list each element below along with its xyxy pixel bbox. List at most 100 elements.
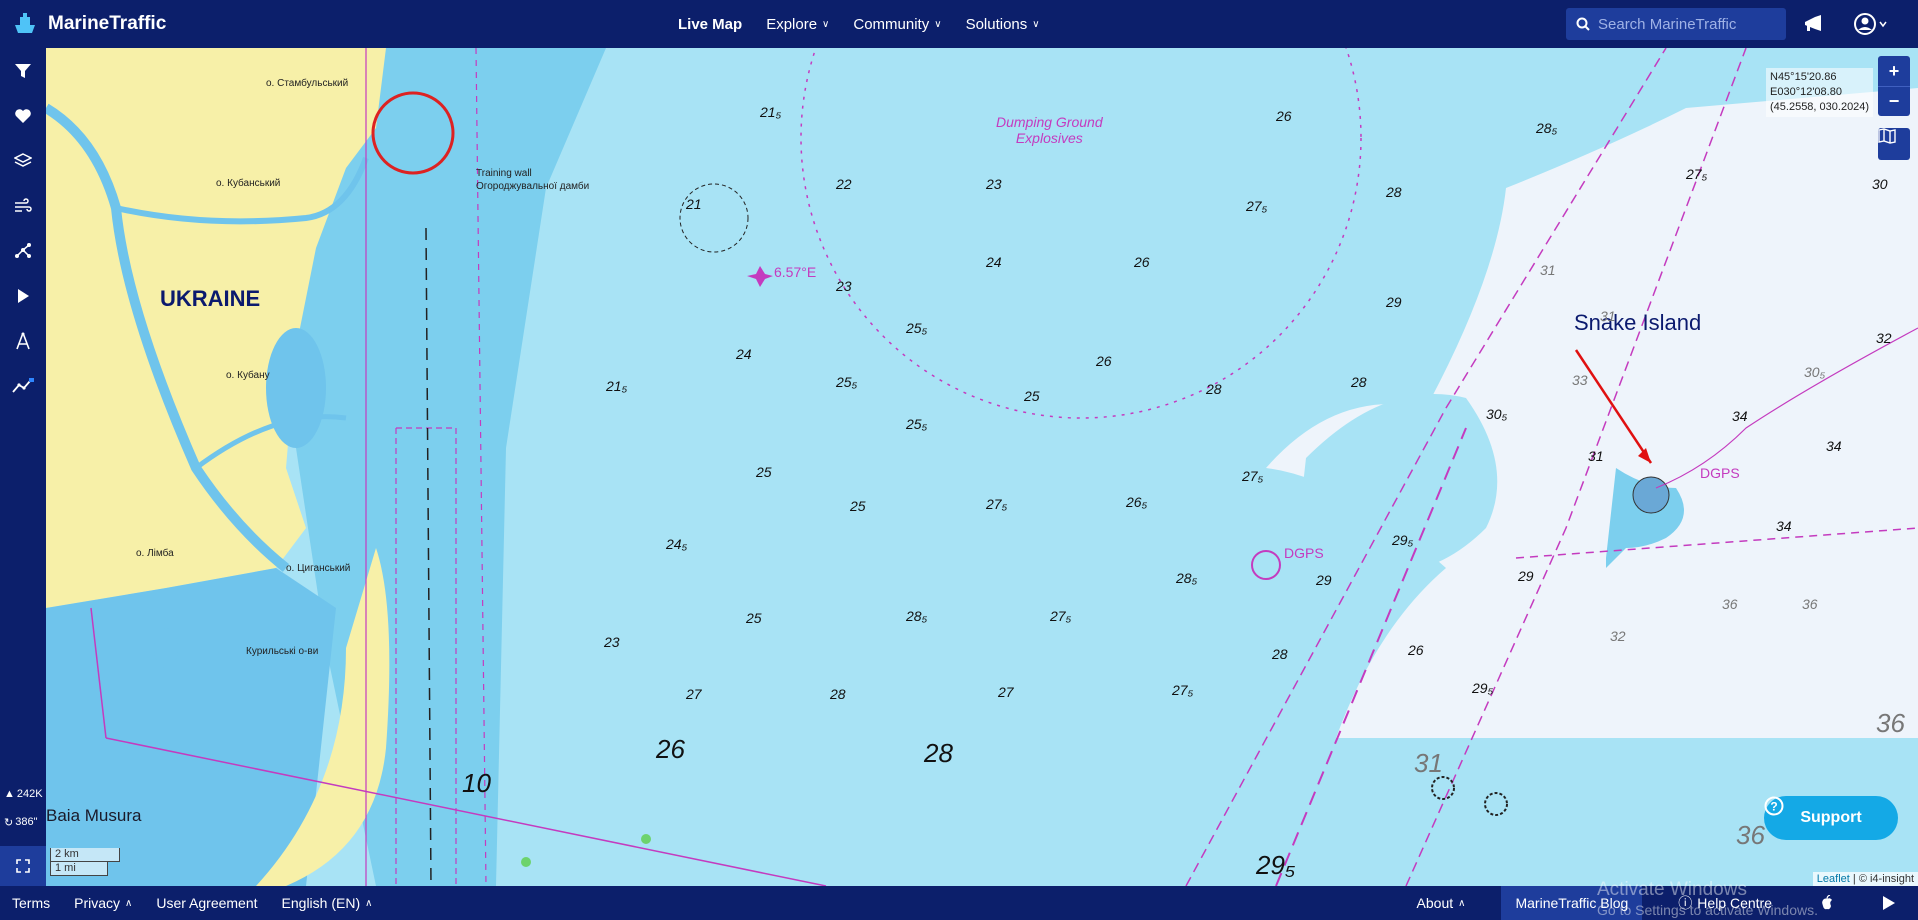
brand-name: MarineTraffic	[48, 13, 167, 34]
footer-blog-link[interactable]: MarineTraffic Blog	[1501, 886, 1643, 920]
depth-sounding: 31	[1588, 448, 1604, 464]
snake-island	[1632, 476, 1670, 514]
depth-sounding: 30₅	[1486, 406, 1508, 422]
brand-logo[interactable]: MarineTraffic	[10, 9, 166, 39]
nav-community-label: Community	[853, 15, 930, 33]
expand-icon	[16, 859, 30, 873]
place-label: Training wall	[476, 168, 532, 179]
play-icon	[18, 288, 29, 303]
depth-sounding: 26₅	[1126, 494, 1148, 510]
place-label: о. Лімба	[136, 548, 174, 559]
fullscreen-button[interactable]	[0, 846, 46, 886]
analytics-button[interactable]	[0, 363, 46, 408]
depth-sounding: 36	[1736, 820, 1765, 850]
i4-insight-credit[interactable]: © i4-insight	[1859, 873, 1914, 885]
lake	[266, 328, 326, 448]
depth-sounding: 29₅	[1392, 532, 1414, 548]
search-input[interactable]	[1598, 15, 1778, 33]
map-type-button[interactable]	[1878, 128, 1910, 160]
footer-blog-label: MarineTraffic Blog	[1515, 895, 1629, 911]
place-label: Курильські о-ви	[246, 646, 319, 657]
depth-sounding: 23	[986, 176, 1002, 192]
footer-privacy-link[interactable]: Privacy ∧	[74, 895, 132, 911]
search-box[interactable]	[1566, 8, 1786, 40]
dumping-ground-boundary	[800, 48, 1362, 419]
main-nav: Live Map Explore ∨ Community ∨ Solutions ∨	[678, 0, 1040, 48]
depth-sounding: 29	[1316, 572, 1332, 588]
depth-sounding: 25₅	[906, 320, 928, 336]
cursor-coordinates: N45°15'20.86 E030°12'08.80 (45.2558, 030…	[1766, 68, 1874, 117]
filter-button[interactable]	[0, 48, 46, 93]
routes-button[interactable]	[0, 228, 46, 273]
depth-sounding: 27₅	[1246, 198, 1268, 214]
depth-sounding: 25	[850, 498, 866, 514]
user-account-icon[interactable]	[1850, 10, 1890, 38]
footer-terms-link[interactable]: Terms	[12, 895, 50, 911]
depth-sounding: 28	[1206, 381, 1222, 397]
favorites-button[interactable]	[0, 93, 46, 138]
search-icon	[1576, 17, 1590, 31]
leaflet-link[interactable]: Leaflet	[1817, 873, 1850, 885]
depth-sounding: 32	[1610, 628, 1626, 644]
zoom-in-button[interactable]: +	[1878, 56, 1910, 86]
depth-sounding: 32	[1876, 330, 1892, 346]
zoom-out-button[interactable]: −	[1878, 86, 1910, 116]
depth-sounding: 25₅	[906, 416, 928, 432]
country-label: UKRAINE	[160, 286, 261, 311]
depth-sounding: 25	[746, 610, 762, 626]
footer-user-agreement-link[interactable]: User Agreement	[156, 895, 257, 911]
nav-live-map[interactable]: Live Map	[678, 16, 742, 33]
depth-sounding: 27₅	[1172, 682, 1194, 698]
depth-sounding: 31	[1600, 308, 1616, 324]
support-button[interactable]: ? Support	[1764, 796, 1898, 840]
map-icon	[1878, 128, 1896, 144]
refresh-interval: ↻ 386"	[4, 808, 46, 836]
bay-label: Baia Musura	[46, 806, 142, 825]
chevron-up-icon: ∧	[1458, 897, 1466, 909]
nav-community[interactable]: Community ∨	[853, 16, 941, 33]
ship-logo-icon	[10, 9, 40, 39]
megaphone-icon[interactable]	[1800, 10, 1828, 38]
layers-icon	[14, 152, 32, 167]
place-label: о. Стамбульський	[266, 78, 349, 89]
footer-bar: Terms Privacy ∧ User Agreement English (E…	[0, 886, 1918, 920]
depth-sounding: 21₅	[760, 104, 782, 120]
depth-sounding: 27₅	[986, 496, 1008, 512]
google-play-icon	[1883, 896, 1895, 910]
depth-sounding: 30	[1872, 176, 1888, 192]
shoal-area	[1266, 88, 1918, 738]
measure-icon	[16, 332, 30, 349]
green-buoy-icon	[641, 834, 651, 844]
google-play-link[interactable]	[1882, 895, 1896, 911]
support-label: Support	[1800, 809, 1862, 826]
footer-right-links: About ∧ MarineTraffic Blog ⓘ Help Centre	[1405, 886, 1918, 920]
apple-app-link[interactable]	[1820, 895, 1834, 911]
nautical-chart-map[interactable]: UKRAINE Baia Musura Snake Island Dumping…	[46, 48, 1918, 886]
measure-button[interactable]	[0, 318, 46, 363]
chevron-up-icon: ∧	[365, 897, 373, 909]
favorites-heart-icon	[15, 108, 31, 123]
filter-icon	[15, 63, 31, 78]
footer-about-label: About	[1416, 895, 1454, 911]
layers-button[interactable]	[0, 138, 46, 183]
depth-sounding: 21	[686, 196, 702, 212]
playback-button[interactable]	[0, 273, 46, 318]
weather-button[interactable]	[0, 183, 46, 228]
footer-language-selector[interactable]: English (EN) ∧	[282, 895, 373, 911]
depth-sounding: 26	[1276, 108, 1292, 124]
dumping-ground-label: Dumping Ground Explosives	[996, 114, 1103, 146]
depth-sounding: 23	[604, 634, 620, 650]
apple-icon	[1822, 895, 1832, 910]
question-circle-icon: ?	[1764, 796, 1784, 816]
footer-about-link[interactable]: About ∧	[1417, 895, 1466, 911]
nav-explore[interactable]: Explore ∨	[766, 16, 829, 33]
depth-sounding: 26	[1096, 353, 1112, 369]
depth-sounding: 28₅	[1536, 120, 1558, 136]
footer-help-centre-link[interactable]: ⓘ Help Centre	[1678, 893, 1772, 913]
depth-sounding: 33	[1572, 372, 1588, 388]
depth-sounding: 27₅	[1242, 468, 1264, 484]
top-navigation-bar: MarineTraffic Live Map Explore ∨ Communit…	[0, 0, 1918, 48]
depth-sounding: 29	[1518, 568, 1534, 584]
dgps-label: DGPS	[1284, 545, 1324, 561]
nav-solutions[interactable]: Solutions ∨	[966, 16, 1040, 33]
